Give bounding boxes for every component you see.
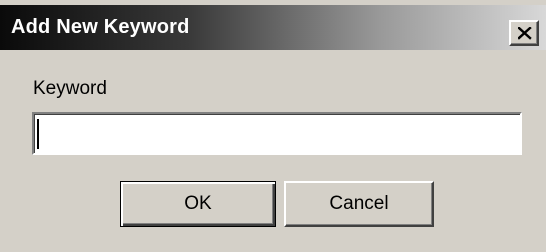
title-bar[interactable]: Add New Keyword [0,5,546,50]
keyword-input[interactable] [32,112,522,155]
add-keyword-dialog: Add New Keyword Keyword OK Cancel [0,0,546,252]
dialog-title: Add New Keyword [11,16,190,38]
ok-button[interactable]: OK [120,181,276,227]
close-button[interactable] [509,20,539,46]
close-icon [518,27,532,40]
text-caret [37,119,39,149]
keyword-label: Keyword [33,78,107,99]
cancel-button[interactable]: Cancel [284,181,434,227]
